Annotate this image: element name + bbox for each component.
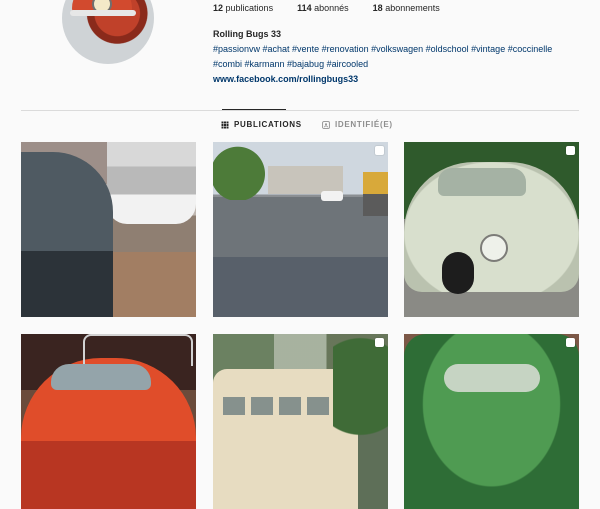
photo-tree	[213, 142, 275, 200]
post-thumbnail[interactable]	[213, 334, 388, 509]
photo-road	[213, 197, 388, 317]
followers-label: abonnés	[314, 3, 349, 13]
multi-photo-icon	[375, 338, 384, 347]
photo-car	[321, 191, 343, 201]
profile-avatar[interactable]	[62, 0, 154, 64]
profile-name: Rolling Bugs 33	[213, 29, 282, 39]
active-tab-indicator	[222, 109, 286, 110]
profile-bio: Rolling Bugs 33 #passionvw #achat #vente…	[213, 27, 593, 87]
bio-tags-line2[interactable]: #combi #karmann #bajabug #aircooled	[213, 57, 593, 72]
posts-count: 12	[213, 3, 224, 13]
avatar-bumper	[70, 10, 136, 16]
bio-tags-line1[interactable]: #passionvw #achat #vente #renovation #vo…	[213, 42, 593, 57]
tag-icon	[322, 120, 330, 129]
post-thumbnail[interactable]	[404, 334, 579, 509]
photo-green-van	[404, 334, 579, 509]
photo-windshield	[438, 168, 526, 196]
profile-stats: 12 publications 114 abonnés 18 abonnemen…	[213, 3, 440, 13]
photo-mechanic	[21, 152, 113, 317]
tab-publications-label: PUBLICATIONS	[234, 120, 302, 129]
photo-engine	[107, 142, 196, 224]
photo-truck	[363, 172, 388, 216]
photo-ground	[101, 252, 196, 317]
stat-posts: 12 publications	[213, 3, 273, 13]
photo-roof-rack	[83, 334, 193, 366]
following-count: 18	[372, 3, 383, 13]
stat-following[interactable]: 18 abonnements	[373, 3, 440, 13]
tab-identifie-label: IDENTIFIÉ(E)	[335, 120, 393, 129]
profile-link[interactable]: www.facebook.com/rollingbugs33	[213, 72, 593, 87]
photo-headlight	[480, 234, 508, 262]
post-thumbnail[interactable]	[21, 334, 196, 509]
posts-label: publications	[225, 3, 274, 13]
following-label: abonnements	[385, 3, 440, 13]
post-thumbnail[interactable]	[21, 142, 196, 317]
photo-wheel	[442, 252, 474, 294]
multi-photo-icon	[566, 146, 575, 155]
grid-icon	[221, 121, 229, 128]
photo-window	[51, 364, 151, 390]
tabs-divider	[21, 110, 579, 111]
photo-building	[268, 166, 343, 194]
photo-windshield	[444, 364, 540, 392]
photo-tree	[333, 334, 388, 509]
multi-photo-icon	[375, 146, 384, 155]
tab-identifie[interactable]: IDENTIFIÉ(E)	[322, 120, 393, 129]
followers-count: 114	[297, 3, 312, 13]
stat-followers[interactable]: 114 abonnés	[297, 3, 349, 13]
post-thumbnail[interactable]	[404, 142, 579, 317]
post-thumbnail[interactable]	[213, 142, 388, 317]
tab-publications[interactable]: PUBLICATIONS	[221, 120, 302, 129]
multi-photo-icon	[566, 338, 575, 347]
